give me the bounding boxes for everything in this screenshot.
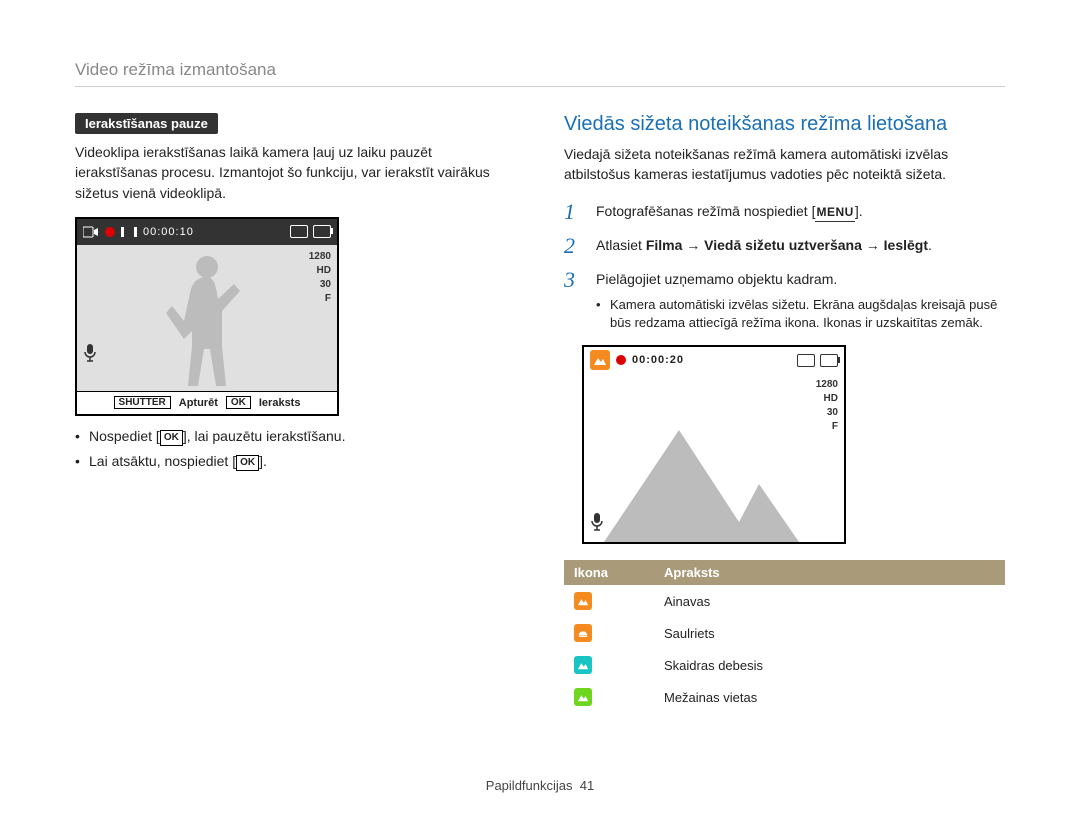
mic-icon — [83, 344, 97, 367]
step-2: 2 Atlasiet Filma → Viedā sižetu uztverša… — [564, 235, 1005, 257]
f-label: F — [325, 293, 331, 304]
storage-icon — [797, 354, 815, 367]
camera-top-bar: 00:00:20 — [584, 347, 844, 373]
sunset-scene-icon — [574, 624, 592, 642]
res-label: 1280 — [309, 251, 331, 262]
forest-scene-icon — [574, 688, 592, 706]
left-column: Ierakstīšanas pauze Videoklipa ierakstīš… — [75, 113, 516, 713]
txt: Lai atsāktu, nospiediet [ — [89, 453, 236, 469]
camera-screenshot-scene: 00:00:20 1280 HD 30 F — [582, 345, 846, 544]
pause-body-text: Videoklipa ierakstīšanas laikā kamera ļa… — [75, 142, 516, 203]
res-label: 1280 — [816, 379, 838, 390]
txt: Fotografēšanas režīmā nospiediet [ — [596, 203, 815, 219]
page-footer: Papildfunkcijas 41 — [0, 778, 1080, 793]
step-1: 1 Fotografēšanas režīmā nospiediet [MENU… — [564, 201, 1005, 223]
right-column: Viedās sižeta noteikšanas režīma lietoša… — [564, 113, 1005, 713]
landscape-scene-icon — [590, 350, 610, 370]
battery-icon — [313, 225, 331, 238]
step-number: 2 — [564, 235, 582, 257]
page-title: Video režīma izmantošana — [75, 60, 1005, 80]
pause-bullet-list: Nospediet [OK], lai pauzētu ierakstīšanu… — [75, 426, 516, 472]
stop-label: Apturēt — [179, 397, 218, 409]
mountain-graphic — [584, 412, 840, 542]
menu-key-label: MENU — [815, 203, 854, 222]
camera-screenshot-pause: 00:00:10 1280 HD 30 F — [75, 217, 339, 416]
txt: ]. — [259, 453, 267, 469]
table-row: Ainavas — [564, 585, 1005, 617]
rec-time: 00:00:10 — [143, 226, 194, 238]
txt: ], lai pauzētu ierakstīšanu. — [183, 428, 346, 444]
arrow-icon: → — [866, 237, 880, 253]
title-rule — [75, 86, 1005, 87]
clearsky-scene-icon — [574, 656, 592, 674]
table-row: Saulriets — [564, 617, 1005, 649]
step-number: 3 — [564, 269, 582, 291]
hd-label: HD — [824, 393, 838, 404]
record-label: Ieraksts — [259, 397, 301, 409]
txt-bold: Viedā sižetu uztveršana — [704, 237, 862, 253]
arrow-icon: → — [686, 237, 700, 253]
landscape-scene-icon — [574, 592, 592, 610]
txt: Nospediet [ — [89, 428, 160, 444]
th-desc: Apraksts — [654, 560, 1005, 585]
side-labels: 1280 HD 30 F — [309, 251, 331, 304]
ok-key-inline: OK — [236, 455, 259, 471]
txt: Atlasiet — [596, 237, 646, 253]
ok-key-label: OK — [226, 396, 251, 409]
cell-desc: Mežainas vietas — [654, 681, 1005, 713]
storage-icon — [290, 225, 308, 238]
cell-desc: Skaidras debesis — [654, 649, 1005, 681]
camera-bottom-bar: SHUTTER Apturēt OK Ieraksts — [77, 391, 337, 414]
person-silhouette-icon — [162, 251, 252, 391]
cell-desc: Saulriets — [654, 617, 1005, 649]
battery-icon — [820, 354, 838, 367]
step-number: 1 — [564, 201, 582, 223]
section-body: Viedajā sižeta noteikšanas režīmā kamera… — [564, 144, 1005, 185]
table-row: Skaidras debesis — [564, 649, 1005, 681]
rec-time: 00:00:20 — [632, 354, 684, 366]
list-item: Lai atsāktu, nospiediet [OK]. — [75, 451, 516, 472]
scene-icon-table: Ikona Apraksts Ainavas Saulriets — [564, 560, 1005, 713]
step-3: 3 Pielāgojiet uzņemamo objektu kadram. K… — [564, 269, 1005, 334]
pause-icon — [121, 227, 137, 237]
txt-bold: Filma — [646, 237, 683, 253]
txt: ]. — [855, 203, 863, 219]
txt-bold: Ieslēgt — [884, 237, 928, 253]
footer-section: Papildfunkcijas — [486, 778, 573, 793]
record-dot-icon — [105, 227, 115, 237]
shutter-key-label: SHUTTER — [114, 396, 171, 409]
ok-key-inline: OK — [160, 430, 183, 446]
camera-top-bar: 00:00:10 — [77, 219, 337, 245]
section-heading: Viedās sižeta noteikšanas režīma lietoša… — [564, 113, 1005, 136]
list-item: Nospediet [OK], lai pauzētu ierakstīšanu… — [75, 426, 516, 447]
txt: Pielāgojiet uzņemamo objektu kadram. — [596, 271, 837, 287]
th-icon: Ikona — [564, 560, 654, 585]
fps-label: 30 — [320, 279, 331, 290]
record-dot-icon — [616, 355, 626, 365]
video-mode-icon — [83, 226, 99, 238]
list-item: Kamera automātiski izvēlas sižetu. Ekrān… — [596, 296, 1005, 334]
pause-heading-pill: Ierakstīšanas pauze — [75, 113, 218, 134]
txt: . — [928, 237, 932, 253]
cell-desc: Ainavas — [654, 585, 1005, 617]
table-row: Mežainas vietas — [564, 681, 1005, 713]
footer-page-number: 41 — [580, 778, 594, 793]
hd-label: HD — [317, 265, 331, 276]
